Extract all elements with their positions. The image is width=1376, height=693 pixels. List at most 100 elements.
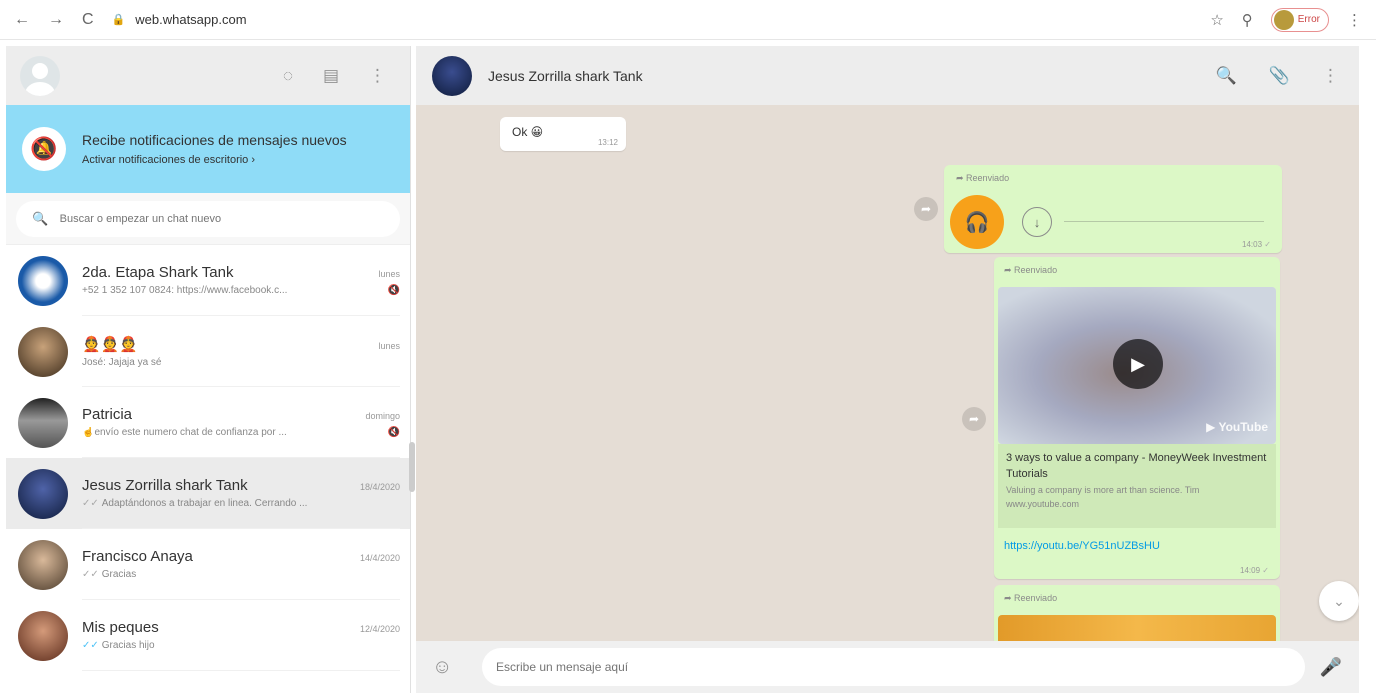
lock-icon: 🔒 [111, 14, 126, 26]
audio-progress-track[interactable] [1064, 221, 1264, 222]
chat-name: 👲👲👲 [82, 335, 139, 353]
chat-time: 18/4/2020 [359, 482, 400, 492]
extension-icon[interactable]: ⚲ [1242, 11, 1253, 29]
emoji-icon[interactable]: ☺ [432, 656, 472, 679]
chat-name: Patricia [82, 406, 133, 423]
reload-icon[interactable]: C [82, 11, 94, 29]
message-text: Ok 😀 [512, 125, 544, 139]
video-thumbnail[interactable]: ▶ ▶ YouTube [998, 287, 1276, 444]
scroll-down-button[interactable]: ⌄ [1319, 581, 1359, 621]
sidebar-scrollbar[interactable] [409, 442, 415, 492]
chat-last-message-text: Gracias hijo [101, 640, 155, 651]
chat-body: 👲👲👲 lunes José: Jajaja ya sé [82, 316, 400, 387]
menu-icon[interactable]: ⋮ [1322, 66, 1339, 86]
search-icon[interactable]: 🔍 [1216, 66, 1237, 86]
forwarded-label-text: Reenviado [1014, 265, 1058, 275]
link-preview[interactable]: 3 ways to value a company - MoneyWeek In… [998, 444, 1276, 528]
chat-last-message: ☝️envío este numero chat de confianza po… [82, 427, 287, 438]
chat-item[interactable]: Patricia domingo ☝️envío este numero chat… [6, 387, 410, 458]
chat-avatar [18, 539, 68, 590]
message-link[interactable]: https://youtu.be/YG51nUZBsHU [1004, 540, 1160, 552]
chat-last-message: +52 1 352 107 0824: https://www.facebook… [82, 285, 288, 296]
notification-title: Recibe notificaciones de mensajes nuevos [82, 132, 347, 148]
link-domain: www.youtube.com [1006, 499, 1080, 509]
address-bar[interactable]: 🔒 web.whatsapp.com [112, 6, 992, 34]
browser-menu-icon[interactable]: ⋮ [1347, 11, 1362, 29]
compose-bar: ☺ 🎤 [416, 641, 1359, 693]
chat-avatar [18, 397, 68, 448]
forward-icon[interactable]: → [48, 11, 64, 29]
chat-item-active[interactable]: Jesus Zorrilla shark Tank 18/4/2020 ✓✓ Ada… [6, 458, 410, 529]
new-chat-icon[interactable]: ▤ [323, 66, 339, 86]
message-time: 14:03 ✓ [1242, 240, 1274, 249]
chat-avatar [18, 255, 68, 306]
menu-icon[interactable]: ⋮ [369, 66, 386, 86]
message-area[interactable]: Ok 😀 13:12 ➦ ➦ Reenviado 🎧 ↓ 14:03 ✓ ➦ ➦… [416, 105, 1359, 641]
mute-icon: 🔇 [387, 285, 400, 296]
attach-icon[interactable]: 📎 [1269, 66, 1290, 86]
chat-avatar [18, 326, 68, 377]
chat-last-message: José: Jajaja ya sé [82, 356, 162, 368]
play-icon[interactable]: ▶ [1113, 339, 1163, 389]
chat-time: 14/4/2020 [359, 553, 400, 563]
conversation-header[interactable]: Jesus Zorrilla shark Tank 🔍 📎 ⋮ [416, 46, 1359, 105]
bell-icon: 🔕 [22, 127, 66, 171]
read-check-icon: ✓✓ [82, 640, 99, 651]
chat-last-message: ✓✓ Gracias hijo [82, 640, 155, 651]
message-time-text: 14:09 [1240, 566, 1261, 575]
browser-toolbar: ← → C 🔒 web.whatsapp.com ☆ ⚲ Error ⋮ [0, 0, 1376, 40]
chat-name: Mis peques [82, 619, 159, 636]
youtube-logo: ▶ YouTube [1206, 420, 1268, 434]
chat-last-message-text: Adaptándonos a trabajar en linea. Cerran… [101, 498, 308, 509]
search-input[interactable] [59, 212, 384, 225]
notification-banner[interactable]: 🔕 Recibe notificaciones de mensajes nuev… [6, 105, 410, 193]
chat-item[interactable]: Mis peques 12/4/2020 ✓✓ Gracias hijo [6, 600, 410, 671]
forwarded-label-text: Reenviado [966, 173, 1010, 183]
chat-item[interactable]: 2da. Etapa Shark Tank lunes +52 1 352 107… [6, 245, 410, 316]
status-icon[interactable]: ◌ [283, 66, 293, 86]
profile-button[interactable]: Error [1270, 7, 1329, 32]
chat-body: 2da. Etapa Shark Tank lunes +52 1 352 107… [82, 245, 400, 316]
my-avatar[interactable] [20, 55, 60, 96]
chat-avatar [18, 468, 68, 519]
chat-item[interactable]: Francisco Anaya 14/4/2020 ✓✓ Gracias [6, 529, 410, 600]
message-time-text: 14:03 [1242, 240, 1263, 249]
mute-icon: 🔇 [387, 427, 400, 438]
media-thumbnail[interactable] [998, 615, 1276, 641]
star-icon[interactable]: ☆ [1210, 11, 1223, 29]
forward-share-icon[interactable]: ➦ [962, 407, 986, 431]
headphones-icon: 🎧 [950, 195, 1004, 249]
profile-avatar [1273, 9, 1294, 30]
chat-last-message: ✓✓ Gracias [82, 569, 136, 580]
forwarded-label: ➦ Reenviado [1004, 265, 1058, 275]
back-icon[interactable]: ← [14, 11, 30, 29]
chat-last-message: ✓✓ Adaptándonos a trabajar en linea. Cerr… [82, 498, 307, 509]
message-input[interactable] [496, 660, 1291, 674]
chat-name: 2da. Etapa Shark Tank [82, 264, 234, 281]
search-box[interactable]: 🔍 [16, 200, 400, 237]
microphone-icon[interactable]: 🎤 [1319, 657, 1343, 678]
sidebar-header: ◌ ▤ ⋮ [6, 46, 410, 105]
search-icon: 🔍 [32, 210, 49, 226]
conversation-pane: Jesus Zorrilla shark Tank 🔍 📎 ⋮ Ok 😀 13:… [416, 46, 1359, 693]
forward-share-icon[interactable]: ➦ [914, 197, 938, 221]
download-icon[interactable]: ↓ [1022, 207, 1052, 237]
compose-box[interactable] [482, 648, 1305, 686]
chat-time: 12/4/2020 [359, 624, 400, 634]
sent-check-icon: ✓✓ [82, 498, 99, 509]
link-description: Valuing a company is more art than scien… [1006, 485, 1200, 495]
link-title: 3 ways to value a company - MoneyWeek In… [1006, 452, 1267, 480]
contact-name: Jesus Zorrilla shark Tank [488, 67, 643, 84]
youtube-label: YouTube [1218, 420, 1268, 434]
chat-time: domingo [365, 411, 400, 421]
sidebar-header-icons: ◌ ▤ ⋮ [283, 66, 396, 86]
search-bar: 🔍 [6, 193, 410, 245]
chat-body: Francisco Anaya 14/4/2020 ✓✓ Gracias [82, 529, 400, 600]
contact-avatar[interactable] [432, 55, 472, 96]
notification-action[interactable]: Activar notificaciones de escritorio › [82, 154, 347, 166]
browser-actions: ☆ ⚲ Error ⋮ [1210, 7, 1362, 32]
profile-status: Error [1297, 14, 1320, 25]
chat-item[interactable]: 👲👲👲 lunes José: Jajaja ya sé [6, 316, 410, 387]
sent-check-icon: ✓ [1262, 566, 1269, 575]
outgoing-media-message: ➦ Reenviado [994, 585, 1280, 641]
